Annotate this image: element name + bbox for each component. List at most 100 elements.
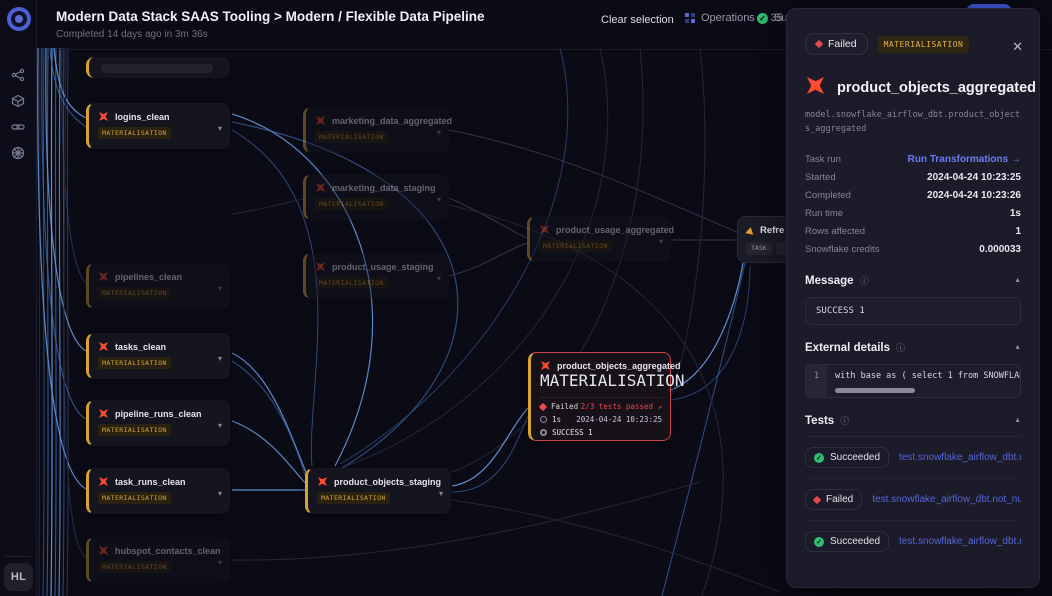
test-row: Failed test.snowflake_airflow_dbt.not_nu… [805,478,1021,520]
collapse-icon[interactable]: ▲ [656,367,663,374]
node-started: 2024-04-24 10:23:25 [576,415,662,424]
materialisation-badge: MATERIALISATION [315,131,388,143]
dbt-icon [540,360,551,371]
materialisation-badge: MATERIALISATION [315,198,388,210]
cube-icon[interactable] [8,91,28,111]
dbt-icon [98,476,109,487]
dbt-icon [539,224,550,235]
succeeded-check-icon: ✓ [757,13,768,24]
task-icon [745,226,754,235]
materialisation-badge: MATERIALISATION [98,561,171,573]
collapse-icon[interactable]: ▲ [1014,277,1021,284]
test-link[interactable]: test.snowflake_airflow_dbt.unique_pro [899,452,1021,463]
chevron-down-icon[interactable]: ▾ [218,489,222,498]
chevron-down-icon[interactable]: ▾ [437,128,441,137]
test-status-badge: ✓ Succeeded [805,531,889,552]
dbt-icon [98,111,109,122]
chevron-down-icon[interactable]: ▾ [659,237,663,246]
chevron-down-icon[interactable]: ▾ [218,421,222,430]
link-icon[interactable] [8,117,28,137]
details-list: Task run Run Transformations → Started 2… [805,150,1021,258]
node-name: task_runs_clean [115,477,186,487]
node-tasks-clean[interactable]: tasks_clean ▾ MATERIALISATION [86,333,230,379]
app-logo-icon[interactable] [7,7,31,31]
node-product-usage-staging[interactable]: product_usage_staging ▾ MATERIALISATION [303,253,449,299]
detail-row-snowflake-credits: Snowflake credits 0.000033 [805,240,1021,258]
test-link[interactable]: test.snowflake_airflow_dbt.not_null_pr [899,536,1021,547]
collapse-icon[interactable]: ▲ [1014,417,1021,424]
chevron-down-icon[interactable]: ▾ [218,124,222,133]
materialisation-badge: MATERIALISATION [539,240,612,252]
node-pipelines-clean[interactable]: pipelines_clean ▾ MATERIALISATION [86,263,230,309]
dag-graph-icon[interactable] [8,65,28,85]
node-message: SUCCESS 1 [552,428,593,437]
chevron-down-icon[interactable]: ▾ [218,354,222,363]
sql-code-block: 1 with base as ( select 1 from SNOWFLAKE [805,364,1021,398]
node-status: Failed [551,402,578,411]
user-avatar[interactable]: HL [4,563,33,591]
node-task-runs-clean[interactable]: task_runs_clean ▾ MATERIALISATION [86,468,230,514]
tests-section-header: Tests ⓘ ▲ [805,414,1021,437]
detail-row-task-run: Task run Run Transformations → [805,150,1021,168]
sidebar-divider [5,556,31,557]
clipped-node[interactable] [86,57,230,78]
test-row: ✓ Succeeded test.snowflake_airflow_dbt.n… [805,520,1021,562]
node-marketing-data-staging[interactable]: marketing_data_staging ▾ MATERIALISATION [303,174,449,220]
info-icon: ⓘ [860,274,869,287]
node-name: marketing_data_staging [332,183,436,193]
clock-icon [540,416,547,423]
materialisation-badge: MATERIALISATION [98,357,171,369]
chevron-down-icon[interactable]: ▾ [437,195,441,204]
test-status-badge: ✓ Succeeded [805,447,889,468]
materialisation-badge: MATERIALISATION [317,492,390,504]
node-name: logins_clean [115,112,170,122]
failed-diamond-icon [813,495,821,503]
node-product-objects-aggregated-selected[interactable]: product_objects_aggregated ▲ MATERIALISA… [528,352,671,441]
test-status-badge: Failed [805,489,862,510]
clear-selection-button[interactable]: Clear selection [601,14,674,26]
node-name: product_usage_staging [332,262,434,272]
detail-row-run-time: Run time 1s [805,204,1021,222]
chevron-down-icon[interactable]: ▾ [218,558,222,567]
dbt-icon [315,261,326,272]
line-number: 1 [806,365,827,397]
node-name: product_usage_aggregated [556,225,674,235]
materialisation-badge: MATERIALISATION [98,287,171,299]
test-link[interactable]: test.snowflake_airflow_dbt.not_null_pr [872,494,1021,505]
node-product-objects-staging[interactable]: product_objects_staging ▾ MATERIALISATIO… [305,468,451,514]
close-icon[interactable]: ✕ [1012,39,1023,55]
node-name: hubspot_contacts_clean [115,546,221,556]
message-section-header: Message ⓘ ▲ [805,274,1021,287]
tests-summary-link[interactable]: 2/3 tests passed ↗ [581,402,662,411]
panel-title: product_objects_aggregated [837,80,1036,96]
detail-row-started: Started 2024-04-24 10:23:25 [805,168,1021,186]
run-transformations-link[interactable]: Run Transformations → [908,154,1021,165]
chevron-down-icon[interactable]: ▾ [437,274,441,283]
globe-icon[interactable] [8,143,28,163]
materialisation-badge: MATERIALISATION [98,424,171,436]
materialisation-badge: MATERIALISATION [315,277,388,289]
node-pipeline-runs-clean[interactable]: pipeline_runs_clean ▾ MATERIALISATION [86,400,230,446]
node-logins-clean[interactable]: logins_clean ▾ MATERIALISATION [86,103,230,149]
detail-row-rows-affected: Rows affected 1 [805,222,1021,240]
node-hubspot-contacts-clean[interactable]: hubspot_contacts_clean ▾ MATERIALISATION [86,537,230,583]
detail-row-completed: Completed 2024-04-24 10:23:26 [805,186,1021,204]
external-details-section-header: External details ⓘ ▲ [805,341,1021,354]
dbt-icon [315,115,326,126]
failed-diamond-icon [815,40,823,48]
dbt-icon [98,341,109,352]
panel-model-path: model.snowflake_airflow_dbt.product_obje… [805,109,1025,136]
node-detail-panel: Failed MATERIALISATION ✕ product_objects… [786,8,1040,588]
chevron-down-icon[interactable]: ▾ [439,489,443,498]
collapse-icon[interactable]: ▲ [1014,344,1021,351]
node-product-usage-aggregated[interactable]: product_usage_aggregated ▾ MATERIALISATI… [527,216,671,262]
dbt-icon [317,476,328,487]
node-marketing-data-aggregated[interactable]: marketing_data_aggregated ▾ MATERIALISAT… [303,107,449,153]
materialisation-badge: MATERIALISATION [98,492,171,504]
horizontal-scrollbar[interactable] [835,388,915,393]
dbt-icon [805,75,826,101]
chevron-down-icon[interactable]: ▾ [218,284,222,293]
dbt-icon [98,408,109,419]
info-icon: ⓘ [840,414,849,427]
task-badge: TASK [746,242,772,255]
